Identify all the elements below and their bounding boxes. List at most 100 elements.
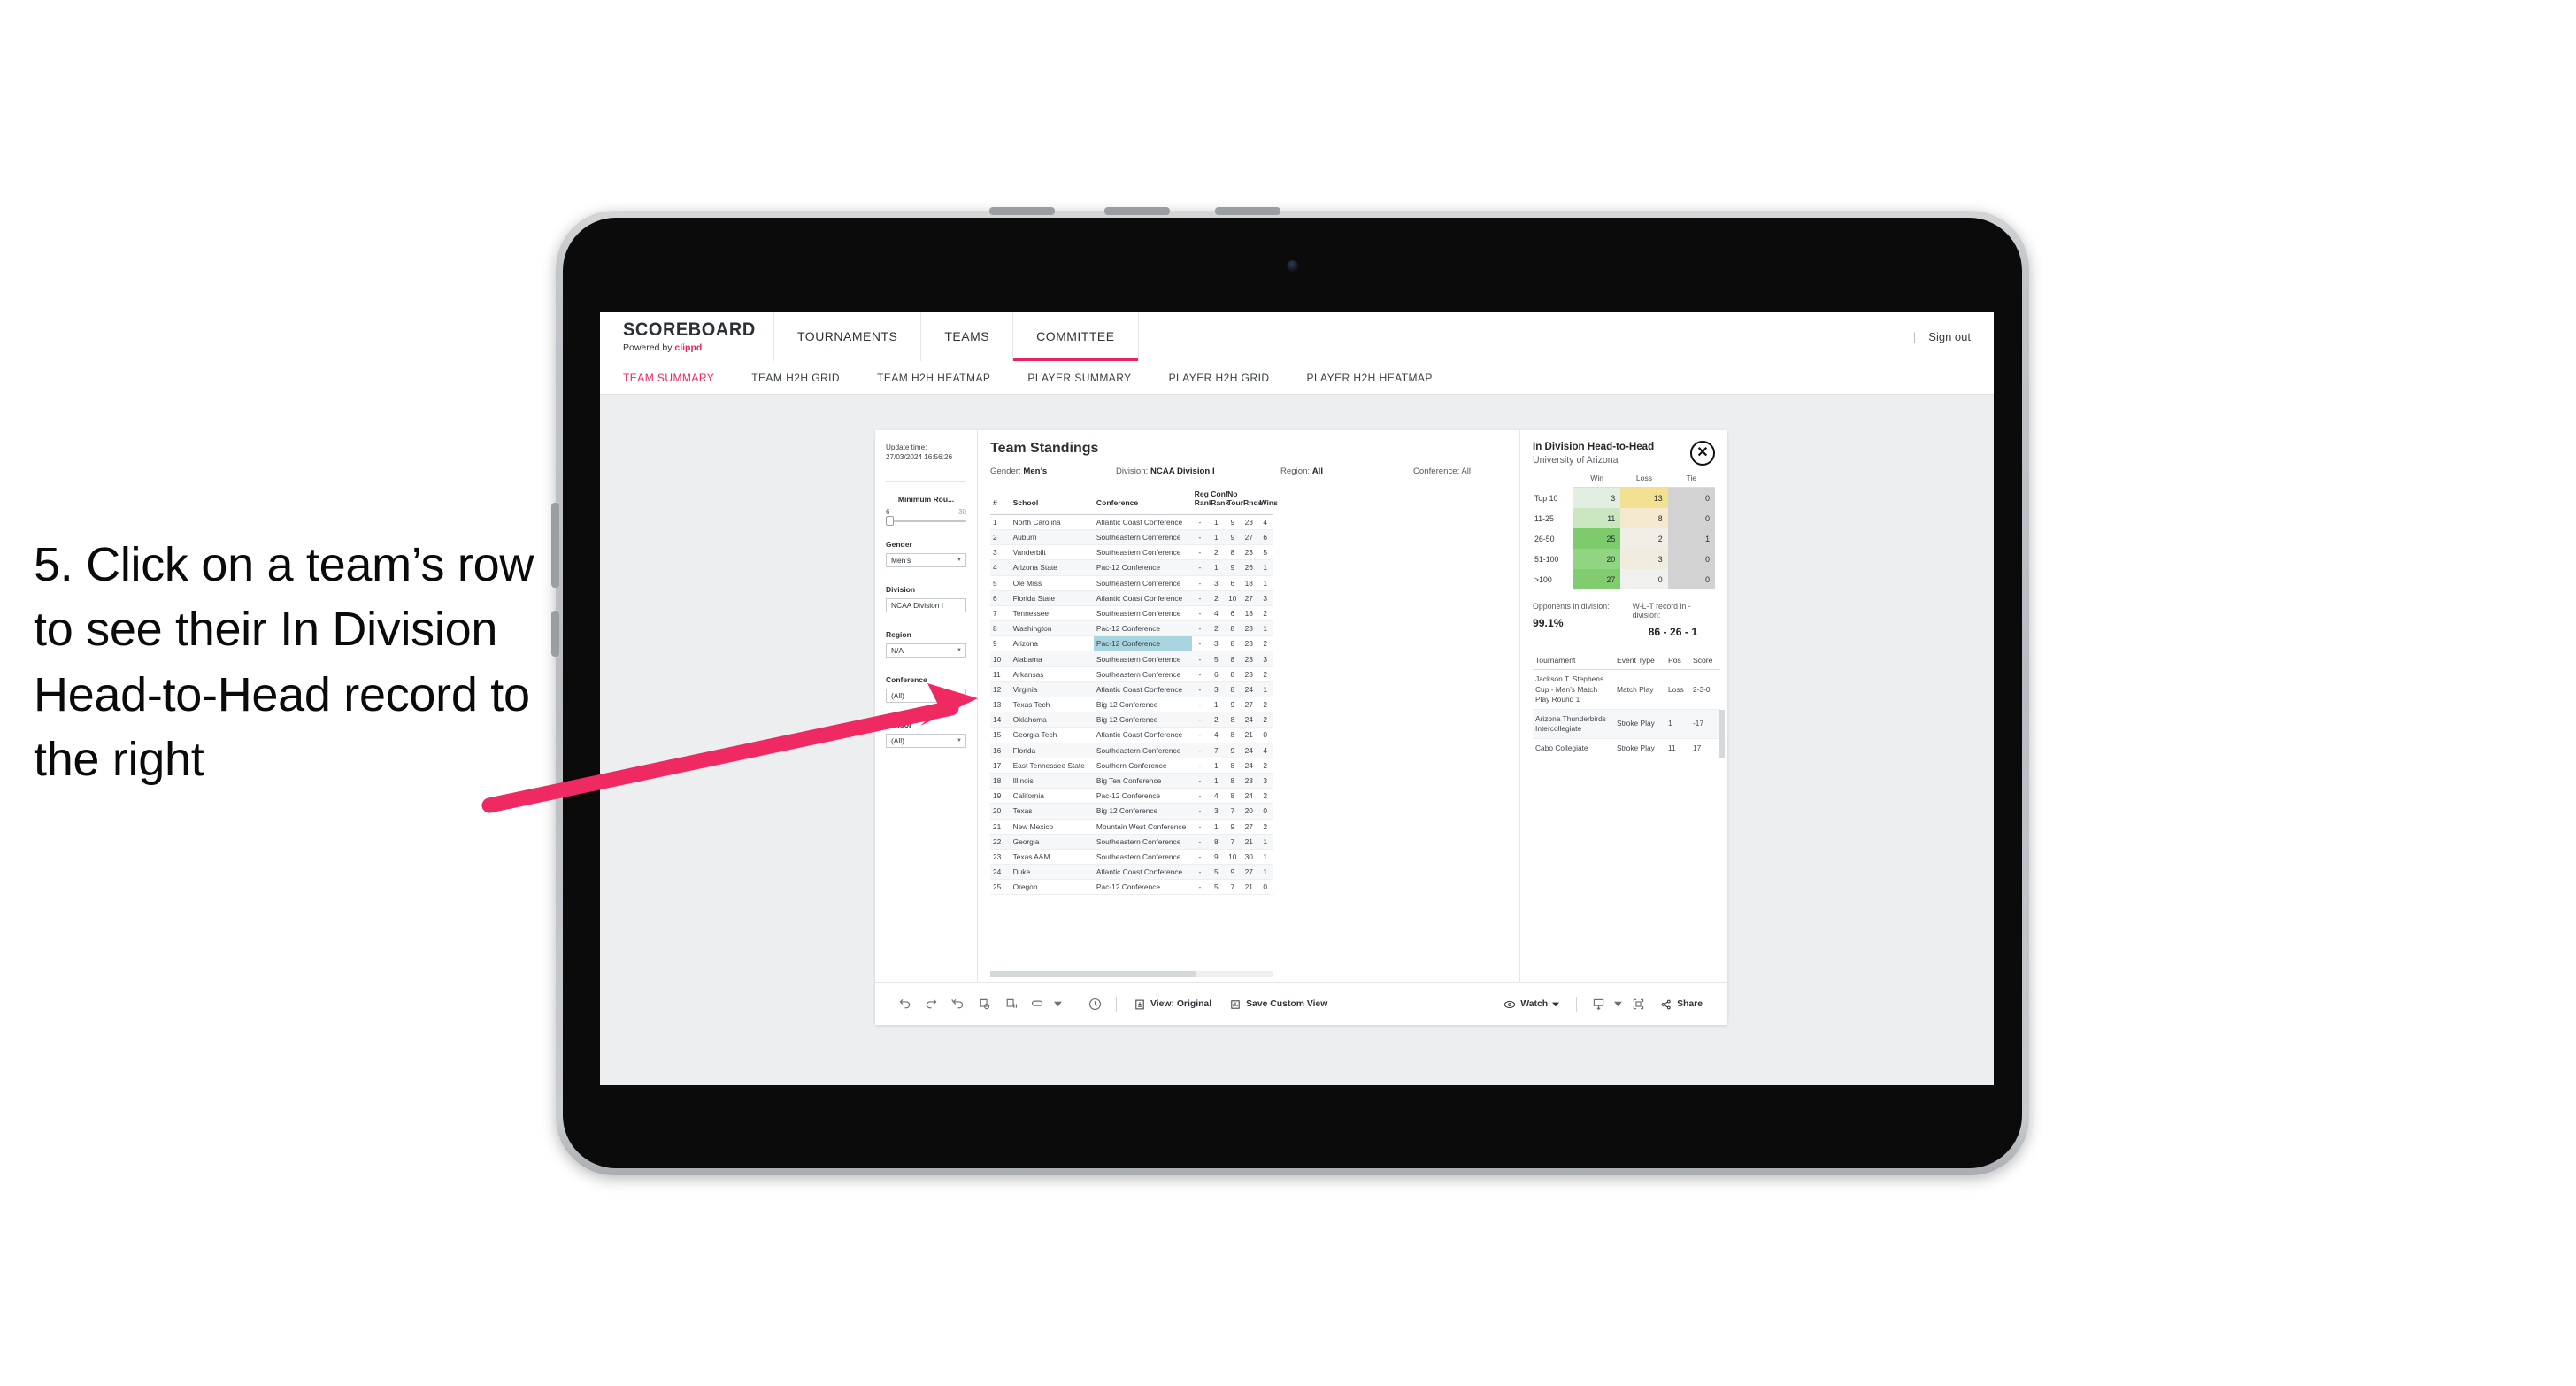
conference-select[interactable]: (All) ▼ bbox=[886, 689, 966, 704]
col-header-conference[interactable]: Conference bbox=[1093, 485, 1192, 515]
col-header-rank[interactable]: # bbox=[990, 485, 1011, 515]
tab-team-h2h-grid[interactable]: TEAM H2H GRID bbox=[751, 372, 859, 384]
brand-logo[interactable]: SCOREBOARD Powered by clippd bbox=[600, 312, 774, 361]
rank-cell: 8 bbox=[990, 620, 1011, 637]
table-row[interactable]: 17 East Tennessee State Southern Conferenc… bbox=[990, 758, 1273, 774]
col-header-conf-rank[interactable]: Conf Rank bbox=[1208, 485, 1229, 515]
share-button[interactable]: Share bbox=[1651, 998, 1711, 1011]
table-row[interactable]: 18 Illinois Big Ten Conference -1 8 23 3 bbox=[990, 773, 1273, 789]
chevron-down-icon[interactable] bbox=[1050, 991, 1065, 1018]
record-label: W-L-T record in -division: bbox=[1632, 602, 1691, 620]
region-select[interactable]: N/A ▼ bbox=[886, 643, 966, 658]
table-row[interactable]: 9 Arizona Pac-12 Conference -3 8 23 2 bbox=[990, 635, 1273, 652]
close-icon[interactable]: ✕ bbox=[1690, 441, 1715, 466]
table-row[interactable]: 19 California Pac-12 Conference -4 8 24 2 bbox=[990, 788, 1273, 805]
table-row[interactable]: 5 Ole Miss Southeastern Conference -3 6 18 1 bbox=[990, 575, 1273, 591]
table-row[interactable]: 20 Texas Big 12 Conference -3 7 20 0 bbox=[990, 803, 1273, 820]
tournament-type: Match Play bbox=[1614, 669, 1665, 710]
conf-rank-cell: 4 bbox=[1208, 605, 1225, 622]
school-cell: Ole Miss bbox=[1010, 575, 1094, 591]
meta-conference-value: All bbox=[1461, 466, 1472, 476]
table-row[interactable]: 13 Texas Tech Big 12 Conference -1 9 27 2 bbox=[990, 697, 1273, 713]
table-row[interactable]: 8 Washington Pac-12 Conference -2 8 23 1 bbox=[990, 620, 1273, 637]
col-header-school[interactable]: School bbox=[1010, 485, 1094, 515]
pause-data-icon[interactable] bbox=[997, 991, 1024, 1018]
revert-icon[interactable] bbox=[944, 991, 971, 1018]
tab-team-summary[interactable]: TEAM SUMMARY bbox=[623, 372, 734, 384]
table-row[interactable]: 2 Auburn Southeastern Conference -1 9 27 6 bbox=[990, 529, 1273, 546]
table-row[interactable]: 6 Florida State Atlantic Coast Conference -… bbox=[990, 590, 1273, 606]
table-row[interactable]: 14 Oklahoma Big 12 Conference -2 8 24 2 bbox=[990, 712, 1273, 728]
highlight-icon[interactable] bbox=[1024, 991, 1050, 1018]
tab-player-h2h-grid[interactable]: PLAYER H2H GRID bbox=[1169, 372, 1289, 384]
fullscreen-icon[interactable] bbox=[1625, 991, 1651, 1018]
rnds-cell: 21 bbox=[1241, 879, 1257, 896]
view-original-button[interactable]: View: Original bbox=[1125, 998, 1220, 1011]
filter-division: Division NCAA Division I bbox=[886, 585, 966, 613]
rnds-cell: 23 bbox=[1241, 544, 1257, 561]
tab-player-h2h-heatmap[interactable]: PLAYER H2H HEATMAP bbox=[1306, 372, 1451, 384]
reg-rank-cell: - bbox=[1191, 605, 1209, 622]
tournament-row[interactable]: Jackson T. Stephens Cup - Men’s Match Pl… bbox=[1533, 669, 1720, 710]
download-icon[interactable] bbox=[1585, 991, 1611, 1018]
pause-auto-update-icon[interactable] bbox=[1081, 991, 1108, 1018]
no-tour-cell: 8 bbox=[1224, 620, 1242, 637]
col-header-wins[interactable]: Wins bbox=[1257, 485, 1278, 515]
table-row[interactable]: 4 Arizona State Pac-12 Conference -1 9 26 1 bbox=[990, 559, 1273, 576]
watch-button[interactable]: Watch bbox=[1495, 998, 1568, 1011]
school-cell: Oklahoma bbox=[1010, 712, 1094, 728]
table-row[interactable]: 21 New Mexico Mountain West Conference -1 9 2… bbox=[990, 819, 1273, 835]
tournament-row[interactable]: Arizona Thunderbirds Intercollegiate Stro… bbox=[1533, 709, 1720, 739]
table-row[interactable]: 11 Arkansas Southeastern Conference -6 8 23 2 bbox=[990, 666, 1273, 682]
h2h-col-loss: Loss bbox=[1620, 474, 1668, 489]
school-cell: Vanderbilt bbox=[1010, 544, 1094, 561]
redo-icon[interactable] bbox=[918, 991, 944, 1018]
table-row[interactable]: 22 Georgia Southeastern Conference -8 7 21 1 bbox=[990, 834, 1273, 850]
tourn-col-name: Tournament bbox=[1533, 651, 1614, 671]
no-tour-cell: 8 bbox=[1224, 727, 1242, 743]
tournament-pos: 11 bbox=[1665, 738, 1690, 759]
meta-gender-label: Gender: bbox=[990, 466, 1021, 476]
table-row[interactable]: 12 Virginia Atlantic Coast Conference -3 8 24… bbox=[990, 681, 1273, 698]
tourn-header-row: Tournament Event Type Pos Score bbox=[1533, 651, 1720, 671]
nav-item-teams[interactable]: TEAMS bbox=[921, 312, 1014, 361]
nav-item-committee[interactable]: COMMITTEE bbox=[1013, 312, 1139, 361]
min-rounds-slider[interactable] bbox=[886, 516, 966, 527]
table-row[interactable]: 23 Texas A&M Southeastern Conference -9 10 30… bbox=[990, 849, 1273, 866]
conf-rank-cell: 8 bbox=[1208, 834, 1225, 850]
nav-item-tournaments[interactable]: TOURNAMENTS bbox=[774, 312, 922, 361]
col-header-rnds[interactable]: Rnds bbox=[1241, 485, 1263, 515]
table-row[interactable]: 24 Duke Atlantic Coast Conference -5 9 27 1 bbox=[990, 864, 1273, 881]
reg-rank-cell: - bbox=[1191, 712, 1209, 728]
no-tour-cell: 9 bbox=[1224, 514, 1242, 530]
col-header-no-tour[interactable]: No Tour bbox=[1224, 485, 1243, 515]
rnds-cell: 24 bbox=[1241, 788, 1257, 805]
min-rounds-slider-handle[interactable] bbox=[886, 516, 894, 527]
table-row[interactable]: 10 Alabama Southeastern Conference -5 8 23 3 bbox=[990, 651, 1273, 667]
table-row[interactable]: 7 Tennessee Southeastern Conference -4 6 18 2 bbox=[990, 605, 1273, 622]
table-row[interactable]: 25 Oregon Pac-12 Conference -5 7 21 0 bbox=[990, 879, 1273, 896]
school-select[interactable]: (All) ▼ bbox=[886, 734, 966, 749]
undo-icon[interactable] bbox=[891, 991, 918, 1018]
tournament-row[interactable]: Cabo Collegiate Stroke Play 11 17 bbox=[1533, 738, 1720, 759]
gender-select[interactable]: Men’s ▼ bbox=[886, 553, 966, 568]
detail-vertical-scrollbar[interactable] bbox=[1719, 710, 1725, 758]
filters-divider bbox=[886, 481, 966, 483]
tab-player-summary[interactable]: PLAYER SUMMARY bbox=[1027, 372, 1150, 384]
rnds-cell: 24 bbox=[1241, 758, 1257, 774]
table-row[interactable]: 3 Vanderbilt Southeastern Conference -2 8 23 5 bbox=[990, 544, 1273, 561]
tourn-col-type: Event Type bbox=[1614, 651, 1665, 671]
refresh-data-icon[interactable] bbox=[971, 991, 997, 1018]
col-header-reg-rank[interactable]: Reg Rank bbox=[1191, 485, 1213, 515]
horizontal-scrollbar-thumb[interactable] bbox=[990, 971, 1196, 977]
table-row[interactable]: 1 North Carolina Atlantic Coast Conference… bbox=[990, 514, 1273, 530]
sign-out-link[interactable]: Sign out bbox=[1928, 330, 1971, 343]
chevron-down-icon[interactable] bbox=[1611, 991, 1625, 1018]
save-custom-view-button[interactable]: Save Custom View bbox=[1220, 998, 1336, 1011]
horizontal-scrollbar[interactable] bbox=[990, 971, 1273, 977]
h2h-heatmap-table: Win Loss Tie Top 10 3 13 0 11-25 11 8 0 26-50 25 2… bbox=[1533, 474, 1715, 590]
table-row[interactable]: 15 Georgia Tech Atlantic Coast Conference -… bbox=[990, 727, 1273, 743]
tab-team-h2h-heatmap[interactable]: TEAM H2H HEATMAP bbox=[877, 372, 1010, 384]
table-row[interactable]: 16 Florida Southeastern Conference -7 9 24 4 bbox=[990, 743, 1273, 758]
division-select[interactable]: NCAA Division I bbox=[886, 598, 966, 613]
